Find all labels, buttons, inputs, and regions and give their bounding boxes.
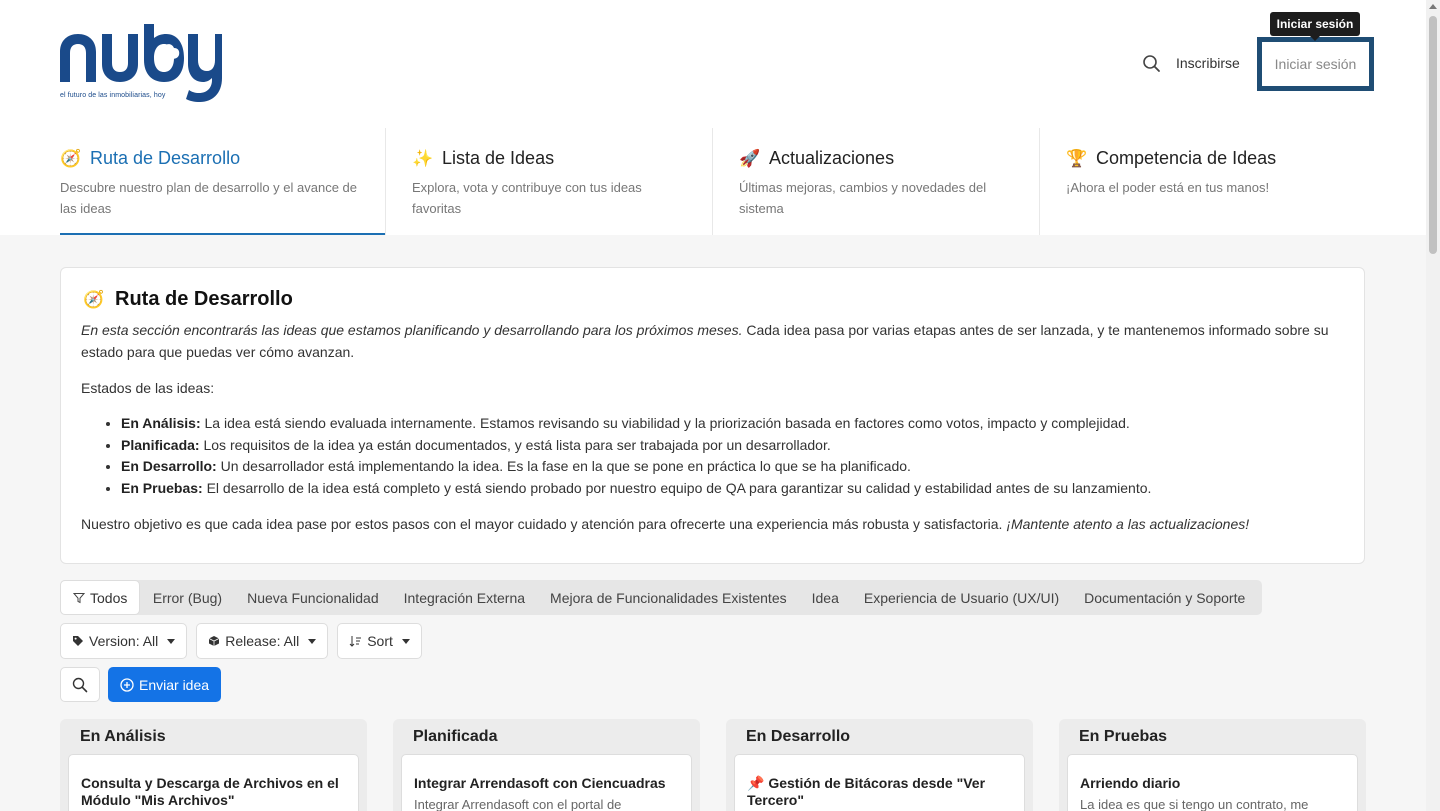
filter-documentacion[interactable]: Documentación y Soporte xyxy=(1072,580,1258,615)
filter-mejora-funcionalidades[interactable]: Mejora de Funcionalidades Existentes xyxy=(538,580,800,615)
idea-description: La idea es que si tengo un contrato, me xyxy=(1080,797,1309,811)
section-nav: 🧭 Ruta de Desarrollo Descubre nuestro pla… xyxy=(60,128,1366,235)
states-title: Estados de las ideas: xyxy=(81,380,215,396)
idea-card[interactable]: Arriendo diario La idea es que si tengo … xyxy=(1067,754,1358,811)
list-item: En Análisis: La idea está siendo evaluad… xyxy=(121,413,1344,435)
filter-ux-ui[interactable]: Experiencia de Usuario (UX/UI) xyxy=(851,580,1071,615)
version-dropdown[interactable]: Version: All xyxy=(60,623,188,659)
column-en-desarrollo: En Desarrollo 📌 Gestión de Bitácoras des… xyxy=(726,719,1033,811)
idea-card[interactable]: Consulta y Descarga de Archivos en el Mód… xyxy=(68,754,359,811)
tab-description: Últimas mejoras, cambios y novedades del… xyxy=(739,180,987,216)
tab-actualizaciones[interactable]: 🚀 Actualizaciones Últimas mejoras, cambio… xyxy=(713,128,1040,235)
filter-nueva-funcionalidad[interactable]: Nueva Funcionalidad xyxy=(235,580,392,615)
column-en-analisis: En Análisis Consulta y Descarga de Archi… xyxy=(60,719,367,811)
login-button[interactable]: Iniciar sesión xyxy=(1257,37,1374,91)
list-item: En Desarrollo: Un desarrollador está imp… xyxy=(121,456,1344,478)
site-header: el futuro de las inmobiliarias, hoy Insc… xyxy=(0,0,1426,235)
signup-link[interactable]: Inscribirse xyxy=(1176,55,1240,71)
login-label: Iniciar sesión xyxy=(1274,56,1357,72)
chevron-down-icon xyxy=(308,638,317,644)
column-en-pruebas: En Pruebas Arriendo diario La idea es qu… xyxy=(1059,719,1366,811)
scroll-up-icon[interactable] xyxy=(1429,4,1437,9)
release-dropdown[interactable]: Release: All xyxy=(196,623,329,659)
idea-title: Integrar Arrendasoft con Ciencuadras xyxy=(414,775,666,791)
intro-card: 🧭 Ruta de Desarrollo En esta sección enco… xyxy=(60,267,1365,564)
tab-lista-de-ideas[interactable]: ✨ Lista de Ideas Explora, vota y contribu… xyxy=(386,128,713,235)
column-title: En Desarrollo xyxy=(746,728,851,745)
list-item: En Pruebas: El desarrollo de la idea est… xyxy=(121,478,1344,500)
tab-label: Ruta de Desarrollo xyxy=(90,148,241,168)
search-icon xyxy=(72,677,88,692)
tab-label: Actualizaciones xyxy=(769,148,895,168)
intro-paragraph: En esta sección encontrarás las ideas qu… xyxy=(81,322,1329,360)
action-bar: Enviar idea xyxy=(60,667,222,702)
logo-tagline: el futuro de las inmobiliarias, hoy xyxy=(60,92,166,99)
trophy-icon: 🏆 xyxy=(1066,148,1088,168)
dropdown-bar: Version: All Release: All Sort xyxy=(60,623,422,659)
column-title: En Pruebas xyxy=(1079,728,1168,745)
compass-icon: 🧭 xyxy=(60,148,82,168)
tab-description: ¡Ahora el poder está en tus manos! xyxy=(1066,180,1270,195)
page-title: 🧭 Ruta de Desarrollo xyxy=(83,288,293,310)
scroll-thumb[interactable] xyxy=(1429,16,1437,254)
tab-label: Lista de Ideas xyxy=(442,148,555,168)
search-icon[interactable] xyxy=(1142,54,1162,74)
sort-icon xyxy=(349,636,362,647)
idea-title: 📌 Gestión de Bitácoras desde "Ver Tercero… xyxy=(747,775,986,808)
list-item: Planificada: Los requisitos de la idea y… xyxy=(121,435,1344,457)
login-tooltip: Iniciar sesión xyxy=(1270,12,1360,41)
tab-competencia-de-ideas[interactable]: 🏆 Competencia de Ideas ¡Ahora el poder es… xyxy=(1040,128,1366,235)
idea-card[interactable]: 📌 Gestión de Bitácoras desde "Ver Tercero… xyxy=(734,754,1025,811)
idea-description: Integrar Arrendasoft con el portal de xyxy=(414,797,622,811)
filter-error-bug[interactable]: Error (Bug) xyxy=(140,580,234,615)
states-list: En Análisis: La idea está siendo evaluad… xyxy=(121,413,1344,499)
tab-description: Descubre nuestro plan de desarrollo y el… xyxy=(60,180,358,216)
submit-idea-button[interactable]: Enviar idea xyxy=(108,667,222,702)
plus-circle-icon xyxy=(120,677,134,692)
compass-icon: 🧭 xyxy=(83,289,105,309)
tab-description: Explora, vota y contribuye con tus ideas… xyxy=(412,180,642,216)
sparkles-icon: ✨ xyxy=(412,148,434,168)
category-filters: Todos Error (Bug) Nueva Funcionalidad In… xyxy=(60,580,1262,615)
box-icon xyxy=(209,636,220,646)
tag-icon xyxy=(73,636,83,646)
chevron-down-icon xyxy=(401,638,410,644)
filter-icon xyxy=(73,592,85,603)
idea-title: Consulta y Descarga de Archivos en el Mód… xyxy=(81,775,339,808)
page-scrollbar[interactable] xyxy=(1426,0,1440,811)
rocket-icon: 🚀 xyxy=(739,148,761,168)
tab-ruta-de-desarrollo[interactable]: 🧭 Ruta de Desarrollo Descubre nuestro pla… xyxy=(60,128,386,235)
roadmap-board: En Análisis Consulta y Descarga de Archi… xyxy=(60,719,1366,811)
filter-todos[interactable]: Todos xyxy=(60,580,141,615)
chevron-down-icon xyxy=(167,638,176,644)
sort-dropdown[interactable]: Sort xyxy=(337,623,422,659)
column-title: En Análisis xyxy=(80,728,166,745)
outro-paragraph: Nuestro objetivo es que cada idea pase p… xyxy=(81,516,1250,532)
idea-title: Arriendo diario xyxy=(1080,775,1181,791)
filter-integracion-externa[interactable]: Integración Externa xyxy=(391,580,537,615)
filter-idea[interactable]: Idea xyxy=(799,580,851,615)
tab-label: Competencia de Ideas xyxy=(1096,148,1277,168)
column-title: Planificada xyxy=(413,728,498,745)
search-ideas-button[interactable] xyxy=(60,667,100,702)
idea-card[interactable]: Integrar Arrendasoft con Ciencuadras Int… xyxy=(401,754,692,811)
column-planificada: Planificada Integrar Arrendasoft con Cie… xyxy=(393,719,700,811)
